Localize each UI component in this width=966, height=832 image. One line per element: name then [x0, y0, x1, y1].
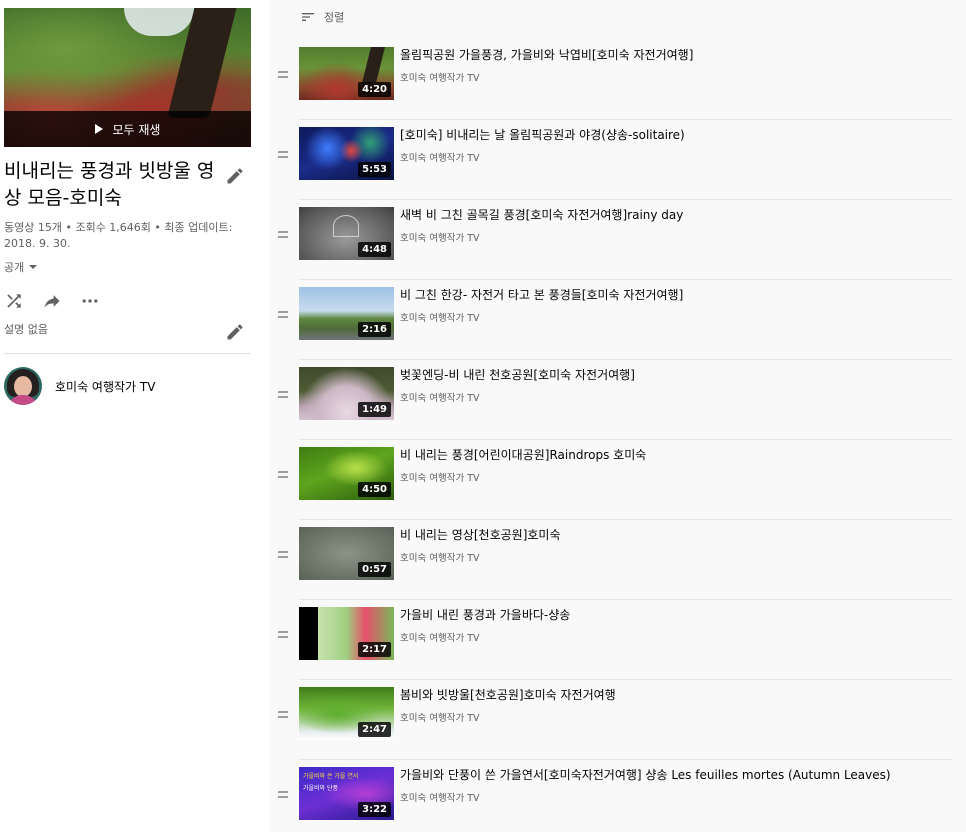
- playlist-description: 설명 없음: [4, 323, 48, 336]
- video-title[interactable]: 가을비와 단풍이 쓴 가을연서[호미숙자전거여행] 샹송 Les feuille…: [400, 767, 950, 783]
- share-button[interactable]: [42, 291, 62, 311]
- video-channel[interactable]: 호미숙 여행작가 TV: [400, 150, 480, 164]
- video-title[interactable]: [호미숙] 비내리는 날 올림픽공원과 야경(샹송-solitaire): [400, 127, 950, 143]
- video-title[interactable]: 가을비 내린 풍경과 가을바다-샹송: [400, 607, 950, 623]
- playlist-video-row[interactable]: 4:20 올림픽공원 가을풍경, 가을비와 낙엽비[호미숙 자전거여행] 호미숙…: [275, 40, 952, 120]
- video-duration: 2:17: [358, 642, 391, 657]
- playlist-title: 비내리는 풍경과 빗방울 영상 모음-호미숙: [4, 160, 215, 209]
- edit-title-icon[interactable]: [225, 166, 245, 186]
- drag-handle-icon[interactable]: [278, 471, 288, 481]
- video-thumbnail[interactable]: 4:20: [299, 47, 394, 100]
- video-duration: 0:57: [358, 562, 391, 577]
- sort-button[interactable]: 정렬: [300, 9, 344, 25]
- video-title[interactable]: 벚꽃엔딩-비 내린 천호공원[호미숙 자전거여행]: [400, 367, 950, 383]
- privacy-dropdown[interactable]: 공개: [4, 259, 38, 275]
- playlist-video-row[interactable]: 4:48 새벽 비 그친 골목길 풍경[호미숙 자전거여행]rainy day …: [275, 200, 952, 280]
- video-thumbnail[interactable]: 5:53: [299, 127, 394, 180]
- drag-handle-icon[interactable]: [278, 151, 288, 161]
- drag-handle-icon[interactable]: [278, 231, 288, 241]
- video-title[interactable]: 비 내리는 풍경[어린이대공원]Raindrops 호미숙: [400, 447, 950, 463]
- playlist-video-row[interactable]: 2:17 가을비 내린 풍경과 가을바다-샹송 호미숙 여행작가 TV: [275, 600, 952, 680]
- playlist-video-row[interactable]: 1:49 벚꽃엔딩-비 내린 천호공원[호미숙 자전거여행] 호미숙 여행작가 …: [275, 360, 952, 440]
- drag-handle-icon[interactable]: [278, 311, 288, 321]
- owner-name[interactable]: 호미숙 여행작가 TV: [55, 378, 155, 395]
- video-thumbnail[interactable]: 4:48: [299, 207, 394, 260]
- video-duration: 5:53: [358, 162, 391, 177]
- video-channel[interactable]: 호미숙 여행작가 TV: [400, 390, 480, 404]
- video-thumbnail[interactable]: 0:57: [299, 527, 394, 580]
- video-title[interactable]: 비 그친 한강- 자전거 타고 본 풍경들[호미숙 자전거여행]: [400, 287, 950, 303]
- avatar[interactable]: [4, 367, 42, 405]
- drag-handle-icon[interactable]: [278, 391, 288, 401]
- playlist-video-row[interactable]: 0:57 비 내리는 영상[천호공원]호미숙 호미숙 여행작가 TV: [275, 520, 952, 600]
- drag-handle-icon[interactable]: [278, 791, 288, 801]
- playlist-video-row[interactable]: 4:50 비 내리는 풍경[어린이대공원]Raindrops 호미숙 호미숙 여…: [275, 440, 952, 520]
- thumbnail-caption: 가을비와 쓴 가을 연서: [303, 773, 359, 780]
- video-channel[interactable]: 호미숙 여행작가 TV: [400, 550, 480, 564]
- video-channel[interactable]: 호미숙 여행작가 TV: [400, 630, 480, 644]
- playlist-sidebar: 모두 재생 비내리는 풍경과 빗방울 영상 모음-호미숙 동영상 15개 • 조…: [0, 0, 270, 832]
- video-duration: 4:48: [358, 242, 391, 257]
- playlist-actions: [4, 291, 118, 311]
- drag-handle-icon[interactable]: [278, 631, 288, 641]
- video-thumbnail[interactable]: 2:47: [299, 687, 394, 740]
- video-title[interactable]: 봄비와 빗방울[천호공원]호미숙 자전거여행: [400, 687, 950, 703]
- video-duration: 4:20: [358, 82, 391, 97]
- shuffle-button[interactable]: [4, 291, 24, 311]
- video-thumbnail[interactable]: 2:17: [299, 607, 394, 660]
- video-duration: 2:16: [358, 322, 391, 337]
- video-channel[interactable]: 호미숙 여행작가 TV: [400, 790, 480, 804]
- drag-handle-icon[interactable]: [278, 71, 288, 81]
- playlist-video-row[interactable]: 2:16 비 그친 한강- 자전거 타고 본 풍경들[호미숙 자전거여행] 호미…: [275, 280, 952, 360]
- playlist-video-row[interactable]: 2:47 봄비와 빗방울[천호공원]호미숙 자전거여행 호미숙 여행작가 TV: [275, 680, 952, 760]
- drag-handle-icon[interactable]: [278, 711, 288, 721]
- playlist-stats: 동영상 15개 • 조회수 1,646회 • 최종 업데이트: 2018. 9.…: [4, 221, 233, 250]
- video-title[interactable]: 올림픽공원 가을풍경, 가을비와 낙엽비[호미숙 자전거여행]: [400, 47, 950, 63]
- video-title[interactable]: 비 내리는 영상[천호공원]호미숙: [400, 527, 950, 543]
- share-arrow-icon: [44, 295, 60, 308]
- video-duration: 4:50: [358, 482, 391, 497]
- playlist-video-row[interactable]: 가을비와 쓴 가을 연서 가을비와 단풍 3:22 가을비와 단풍이 쓴 가을연…: [275, 760, 952, 832]
- sort-icon: [302, 13, 314, 21]
- video-duration: 1:49: [358, 402, 391, 417]
- thumbnail-caption: 가을비와 단풍: [303, 785, 339, 792]
- playlist-owner[interactable]: 호미숙 여행작가 TV: [4, 367, 155, 405]
- playlist-video-row[interactable]: 5:53 [호미숙] 비내리는 날 올림픽공원과 야경(샹송-solitaire…: [275, 120, 952, 200]
- video-thumbnail[interactable]: 가을비와 쓴 가을 연서 가을비와 단풍 3:22: [299, 767, 394, 820]
- play-all-button[interactable]: 모두 재생: [4, 111, 251, 147]
- video-duration: 3:22: [358, 802, 391, 817]
- playlist-hero-thumbnail[interactable]: 모두 재생: [4, 8, 251, 147]
- video-thumbnail[interactable]: 4:50: [299, 447, 394, 500]
- video-channel[interactable]: 호미숙 여행작가 TV: [400, 310, 480, 324]
- drag-handle-icon[interactable]: [278, 551, 288, 561]
- privacy-label: 공개: [4, 261, 25, 274]
- video-duration: 2:47: [358, 722, 391, 737]
- edit-description-icon[interactable]: [225, 322, 245, 342]
- play-all-label: 모두 재생: [112, 122, 161, 137]
- video-channel[interactable]: 호미숙 여행작가 TV: [400, 470, 480, 484]
- shuffle-icon: [7, 294, 21, 308]
- more-actions-button[interactable]: [80, 291, 100, 311]
- divider: [4, 353, 251, 354]
- more-horizontal-icon: [82, 299, 98, 303]
- video-channel[interactable]: 호미숙 여행작가 TV: [400, 70, 480, 84]
- video-channel[interactable]: 호미숙 여행작가 TV: [400, 230, 480, 244]
- video-thumbnail[interactable]: 1:49: [299, 367, 394, 420]
- video-channel[interactable]: 호미숙 여행작가 TV: [400, 710, 480, 724]
- video-title[interactable]: 새벽 비 그친 골목길 풍경[호미숙 자전거여행]rainy day: [400, 207, 950, 223]
- video-thumbnail[interactable]: 2:16: [299, 287, 394, 340]
- play-icon: [94, 124, 103, 134]
- caret-down-icon: [29, 265, 38, 269]
- sort-label: 정렬: [324, 11, 345, 24]
